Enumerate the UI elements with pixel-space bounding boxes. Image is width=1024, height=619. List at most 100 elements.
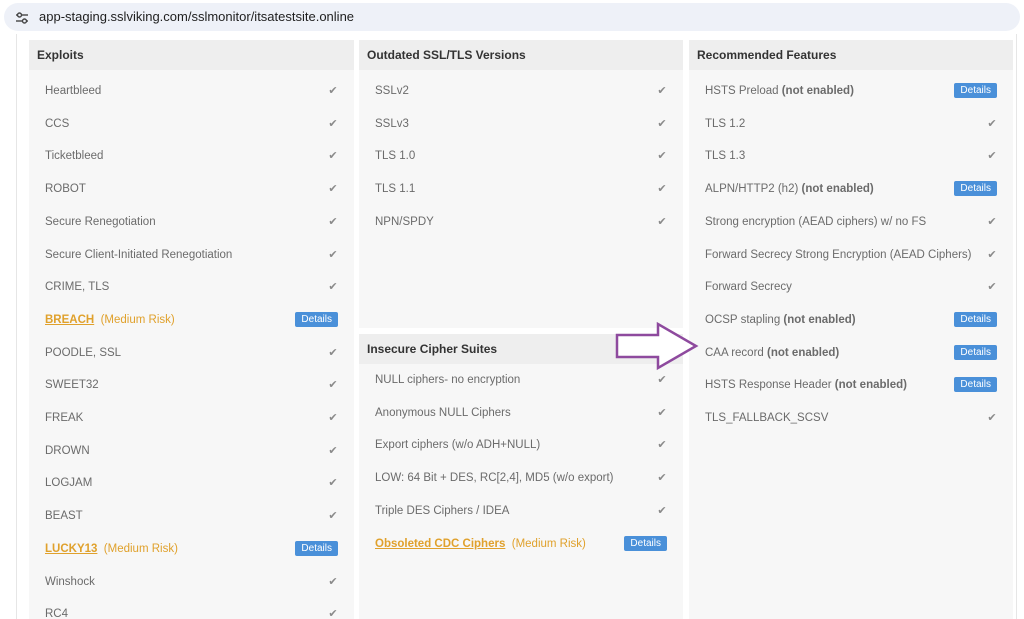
item-label: POODLE, SSL	[45, 343, 121, 363]
item-text: SSLv2	[375, 85, 409, 97]
list-item: CRIME, TLS ✔	[45, 277, 338, 297]
check-icon: ✔	[328, 215, 338, 228]
item-text: TLS 1.2	[705, 117, 746, 130]
address-bar: app-staging.sslviking.com/sslmonitor/its…	[0, 0, 1024, 34]
tune-icon[interactable]	[15, 11, 29, 25]
details-button[interactable]: Details	[954, 181, 997, 197]
item-text: Export ciphers (w/o ADH+NULL)	[375, 439, 541, 452]
list-item: BREACH (Medium Risk) Details	[45, 310, 338, 330]
item-label: LOGJAM	[45, 473, 92, 493]
page-content: Exploits Heartbleed ✔ CCS ✔ Ticketbleed ✔ ROBO…	[16, 34, 1017, 619]
vulnerability-link[interactable]: LUCKY13	[45, 543, 97, 555]
check-icon: ✔	[328, 248, 338, 261]
check-icon: ✔	[328, 85, 338, 97]
outdated-versions-panel: Outdated SSL/TLS Versions SSLv2 ✔ SSLv3 ✔ TL…	[359, 40, 683, 328]
item-label: Strong encryption (AEAD ciphers) w/ no F…	[705, 212, 926, 232]
list-item: Anonymous NULL Ciphers ✔	[375, 403, 667, 423]
risk-level: (Medium Risk)	[100, 313, 175, 326]
check-icon: ✔	[987, 281, 997, 294]
item-label: HSTS Response Header (not enabled)	[705, 375, 907, 395]
item-label: SWEET32	[45, 375, 99, 395]
risk-level: (Medium Risk)	[511, 537, 586, 550]
item-label: SSLv2	[375, 81, 409, 101]
item-label: TLS 1.1	[375, 179, 415, 199]
item-label: DROWN	[45, 441, 90, 461]
arrow-right-icon	[615, 321, 699, 371]
panel-title: Recommended Features	[689, 40, 1013, 70]
list-item: Secure Renegotiation ✔	[45, 212, 338, 232]
item-label: HSTS Preload (not enabled)	[705, 81, 854, 101]
risk-level: (Medium Risk)	[103, 542, 178, 555]
item-text: DROWN	[45, 444, 90, 457]
item-text: Heartbleed	[45, 85, 102, 97]
check-icon: ✔	[657, 85, 667, 97]
details-button[interactable]: Details	[954, 377, 997, 393]
check-icon: ✔	[657, 150, 667, 163]
address-pill[interactable]: app-staging.sslviking.com/sslmonitor/its…	[4, 3, 1020, 31]
list-item: HSTS Response Header (not enabled) Detail…	[705, 375, 997, 395]
item-text: CCS	[45, 117, 70, 130]
item-label: LUCKY13 (Medium Risk)	[45, 539, 178, 559]
details-button[interactable]: Details	[954, 344, 997, 360]
check-icon: ✔	[328, 444, 338, 457]
details-button[interactable]: Details	[954, 83, 997, 98]
check-icon: ✔	[328, 510, 338, 523]
check-icon: ✔	[987, 117, 997, 130]
list-item: SSLv3 ✔	[375, 114, 667, 134]
check-icon: ✔	[328, 608, 338, 619]
details-button[interactable]: Details	[295, 540, 338, 556]
check-icon: ✔	[328, 281, 338, 294]
item-text: Secure Client-Initiated Renegotiation	[45, 248, 233, 261]
item-text: NPN/SPDY	[375, 215, 434, 228]
item-text: CRIME, TLS	[45, 281, 110, 294]
check-icon: ✔	[987, 248, 997, 261]
item-label: LOW: 64 Bit + DES, RC[2,4], MD5 (w/o exp…	[375, 468, 614, 488]
check-icon: ✔	[987, 215, 997, 228]
item-label: SSLv3	[375, 114, 409, 134]
list-item: Triple DES Ciphers / IDEA ✔	[375, 501, 667, 521]
item-label: NPN/SPDY	[375, 212, 434, 232]
list-item: ALPN/HTTP2 (h2) (not enabled) Details	[705, 179, 997, 199]
item-label: BEAST	[45, 506, 83, 526]
list-item: FREAK ✔	[45, 408, 338, 428]
item-text: TLS_FALLBACK_SCSV	[705, 412, 829, 424]
list-item: LOW: 64 Bit + DES, RC[2,4], MD5 (w/o exp…	[375, 468, 667, 488]
url-text[interactable]: app-staging.sslviking.com/sslmonitor/its…	[39, 9, 354, 25]
list-item: Obsoleted CDC Ciphers (Medium Risk) Detai…	[375, 534, 667, 554]
item-text: Forward Secrecy Strong Encryption (AEAD …	[705, 248, 972, 261]
item-text: SWEET32	[45, 379, 99, 392]
list-item: TLS_FALLBACK_SCSV ✔	[705, 408, 997, 428]
list-item: ROBOT ✔	[45, 179, 338, 199]
item-label: FREAK	[45, 408, 83, 428]
vulnerability-link[interactable]: BREACH	[45, 314, 94, 326]
item-text: RC4	[45, 608, 69, 619]
list-item: CAA record (not enabled) Details	[705, 343, 997, 363]
check-icon: ✔	[657, 374, 667, 386]
list-item: TLS 1.1 ✔	[375, 179, 667, 199]
list-item: Secure Client-Initiated Renegotiation ✔	[45, 245, 338, 265]
item-text: NULL ciphers- no encryption	[375, 374, 521, 386]
status-text: (not enabled)	[783, 313, 856, 326]
list-item: Heartbleed ✔	[45, 81, 338, 101]
item-text: TLS 1.1	[375, 183, 416, 196]
item-text: Forward Secrecy	[705, 281, 792, 294]
vulnerability-link[interactable]: Obsoleted CDC Ciphers	[375, 538, 505, 550]
check-icon: ✔	[657, 406, 667, 419]
check-icon: ✔	[987, 150, 997, 163]
item-label: TLS 1.2	[705, 114, 745, 134]
item-label: TLS_FALLBACK_SCSV	[705, 408, 828, 428]
details-button[interactable]: Details	[295, 311, 338, 327]
details-button[interactable]: Details	[624, 535, 667, 551]
list-item: Ticketbleed ✔	[45, 146, 338, 166]
item-label: Ticketbleed	[45, 146, 103, 166]
details-button[interactable]: Details	[954, 311, 997, 327]
panel-title: Exploits	[29, 40, 354, 70]
item-text: OCSP stapling	[705, 313, 781, 326]
list-item: RC4 ✔	[45, 604, 338, 619]
item-text: LOGJAM	[45, 477, 93, 490]
item-label: TLS 1.0	[375, 146, 415, 166]
status-text: (not enabled)	[801, 183, 874, 196]
item-text: BEAST	[45, 510, 83, 523]
list-item: Export ciphers (w/o ADH+NULL) ✔	[375, 435, 667, 455]
item-label: Forward Secrecy	[705, 277, 792, 297]
